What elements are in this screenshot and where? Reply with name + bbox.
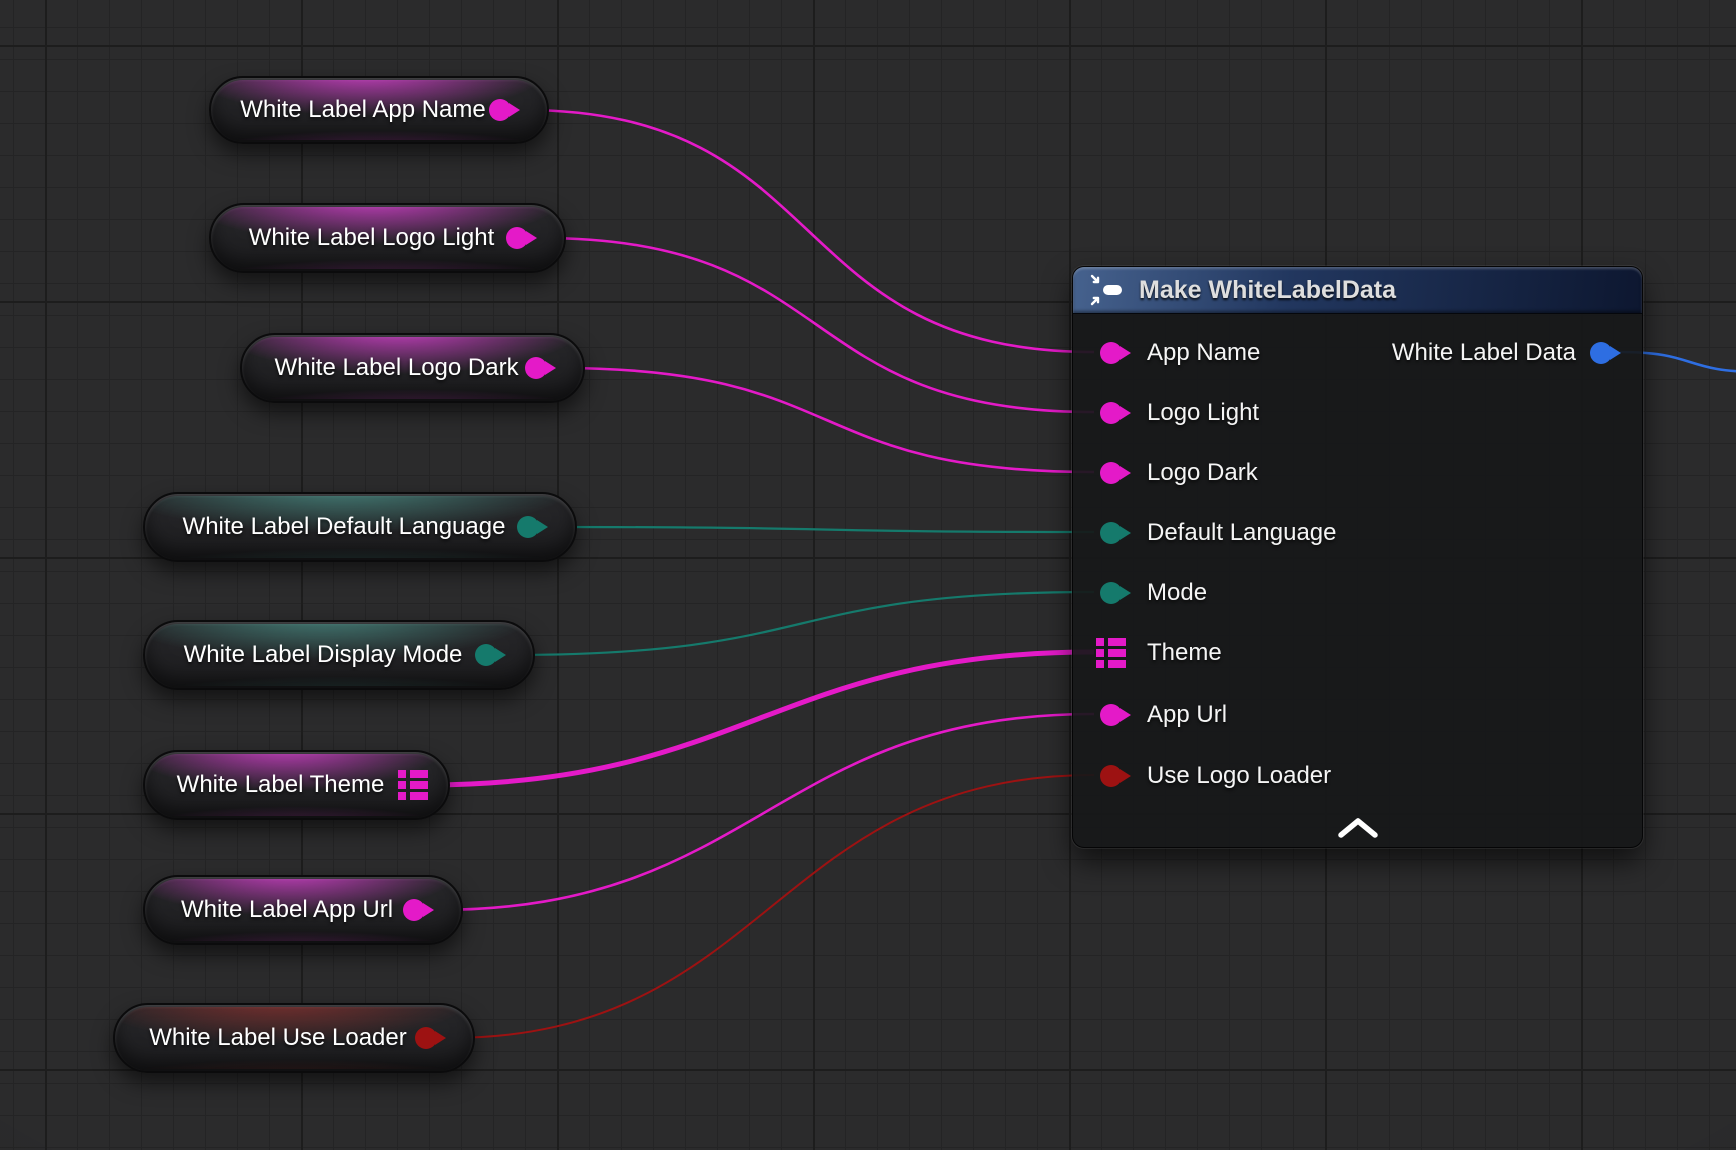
node-title: White Label App Name [240, 98, 485, 122]
wire[interactable] [437, 714, 1094, 910]
node-get-white-label-app-url[interactable]: White Label App Url [143, 875, 463, 945]
wire[interactable] [559, 368, 1094, 472]
input-pin-row-app-url[interactable]: App Url [1100, 703, 1227, 727]
graph-canvas[interactable]: { "getters": [ {"label": "White Label Ap… [0, 0, 1736, 1150]
node-title: White Label Default Language [183, 515, 506, 539]
input-pin-string[interactable] [1100, 462, 1122, 484]
pin-label: Theme [1147, 641, 1222, 665]
node-get-white-label-theme[interactable]: White Label Theme [143, 750, 450, 820]
node-make-whitelabeldata[interactable]: Make WhiteLabelData App Name Logo Light … [1072, 266, 1643, 848]
node-get-white-label-display-mode[interactable]: White Label Display Mode [143, 620, 535, 690]
output-pin-string[interactable] [506, 227, 528, 249]
input-pin-row-default-language[interactable]: Default Language [1100, 521, 1337, 545]
node-get-white-label-logo-light[interactable]: White Label Logo Light [209, 203, 566, 273]
node-get-white-label-default-language[interactable]: White Label Default Language [143, 492, 577, 562]
pin-label: White Label Data [1392, 341, 1576, 365]
output-pin-string[interactable] [403, 899, 425, 921]
node-title: Make WhiteLabelData [1139, 278, 1396, 303]
input-pin-row-logo-light[interactable]: Logo Light [1100, 401, 1259, 425]
input-pin-row-app-name[interactable]: App Name [1100, 341, 1260, 365]
make-struct-icon [1089, 274, 1126, 306]
output-pin-enum[interactable] [475, 644, 497, 666]
input-pin-string[interactable] [1100, 402, 1122, 424]
output-pin-string[interactable] [525, 357, 547, 379]
node-title: White Label Logo Dark [274, 356, 518, 380]
node-title: White Label Use Loader [149, 1026, 406, 1050]
pin-label: Default Language [1147, 521, 1337, 545]
chevron-up-icon [1336, 817, 1380, 839]
input-pin-enum[interactable] [1100, 582, 1122, 604]
input-pin-string[interactable] [1100, 704, 1122, 726]
node-title: White Label Display Mode [184, 643, 463, 667]
input-pin-string[interactable] [1100, 342, 1122, 364]
node-get-white-label-use-loader[interactable]: White Label Use Loader [113, 1003, 475, 1073]
wire[interactable] [551, 527, 1094, 532]
node-title: White Label Logo Light [249, 226, 495, 250]
pin-label: App Name [1147, 341, 1260, 365]
output-pin-string[interactable] [489, 99, 511, 121]
node-header[interactable]: Make WhiteLabelData [1073, 267, 1642, 314]
wire[interactable] [523, 110, 1094, 352]
input-pin-row-logo-dark[interactable]: Logo Dark [1100, 461, 1258, 485]
pin-label: Mode [1147, 581, 1207, 605]
output-pin-row-white-label-data[interactable]: White Label Data [1392, 341, 1612, 365]
output-pin-enum[interactable] [517, 516, 539, 538]
input-pin-row-theme[interactable]: Theme [1100, 638, 1222, 668]
output-pin-bool[interactable] [415, 1027, 437, 1049]
wire[interactable] [449, 775, 1094, 1038]
node-get-white-label-logo-dark[interactable]: White Label Logo Dark [240, 333, 585, 403]
output-pin-struct[interactable] [1590, 342, 1612, 364]
node-title: White Label Theme [177, 773, 385, 797]
pin-label: Logo Dark [1147, 461, 1258, 485]
input-pin-row-mode[interactable]: Mode [1100, 581, 1207, 605]
node-title: White Label App Url [181, 898, 393, 922]
pin-label: Use Logo Loader [1147, 764, 1331, 788]
wire[interactable] [509, 592, 1094, 655]
pin-label: App Url [1147, 703, 1227, 727]
input-pin-enum[interactable] [1100, 522, 1122, 544]
wire[interactable] [540, 238, 1094, 412]
input-pin-row-use-logo-loader[interactable]: Use Logo Loader [1100, 764, 1331, 788]
collapse-node-button[interactable] [1330, 813, 1386, 843]
struct-pin-icon[interactable] [398, 770, 428, 800]
input-pin-bool[interactable] [1100, 765, 1122, 787]
pin-label: Logo Light [1147, 401, 1259, 425]
struct-pin-icon[interactable] [1096, 638, 1126, 668]
node-get-white-label-app-name[interactable]: White Label App Name [209, 76, 549, 144]
